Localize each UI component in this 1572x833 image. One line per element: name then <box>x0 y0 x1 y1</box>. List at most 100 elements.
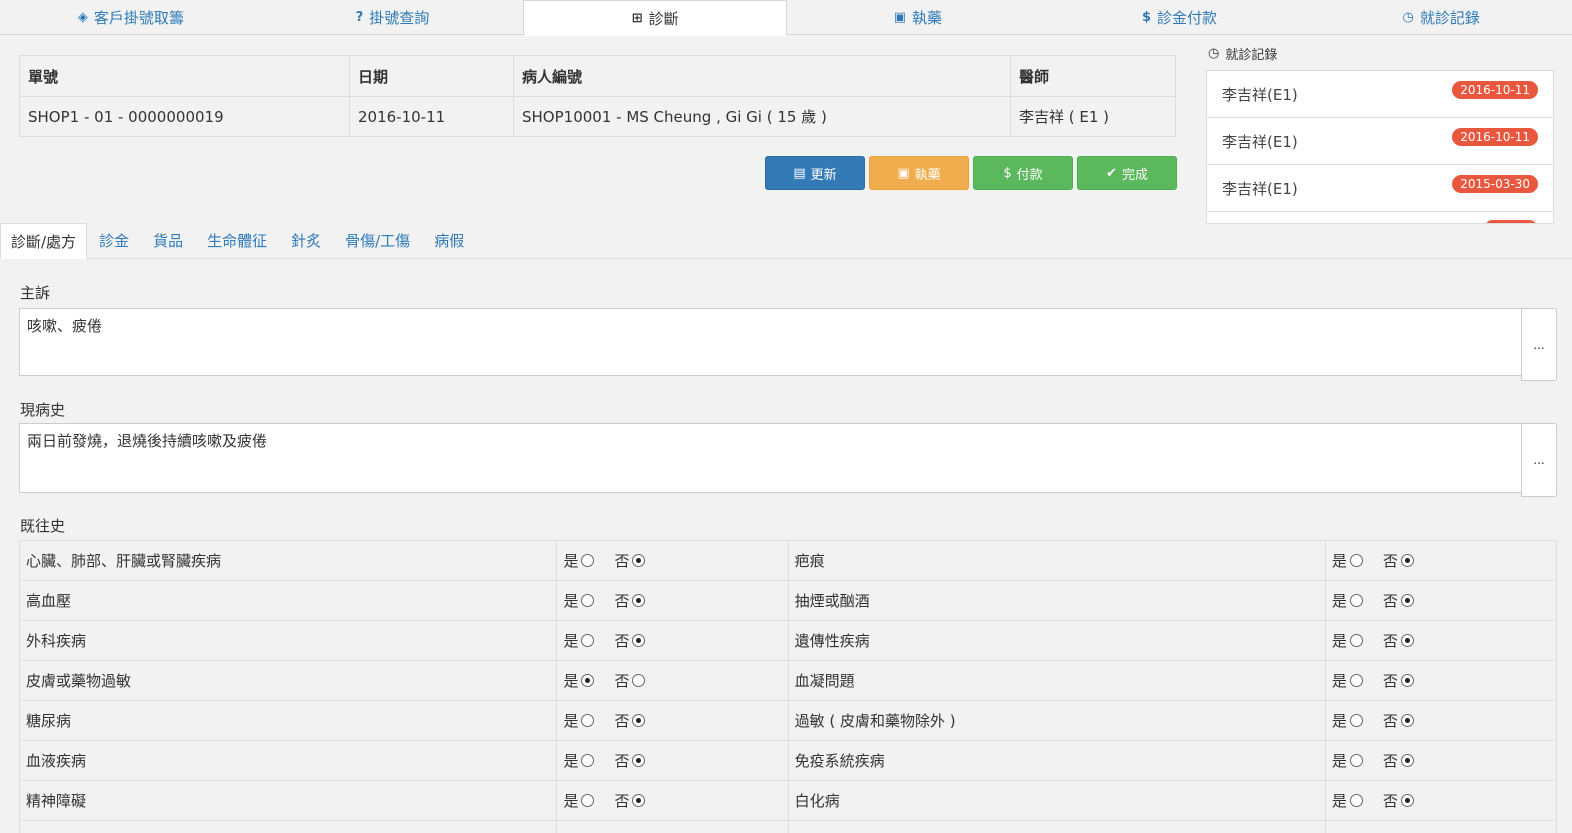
visit-records-heading: ◷ 就診記錄 <box>1208 44 1277 63</box>
radio-no[interactable]: 否 <box>614 550 646 571</box>
subtab-acupuncture[interactable]: 針炙 <box>279 223 333 258</box>
clock-icon: ◷ <box>1208 46 1220 61</box>
radio-circle-icon[interactable] <box>1400 674 1414 687</box>
radio-no[interactable]: 否 <box>1383 670 1414 691</box>
date-value: 2016-10-11 <box>349 96 514 137</box>
yes-no-cell: 是否 <box>1324 620 1558 661</box>
radio-circle-icon[interactable] <box>632 754 646 767</box>
radio-circle-icon[interactable] <box>632 794 646 807</box>
visit-record-item[interactable]: 李吉祥(E1) 2016-10-11 <box>1207 71 1553 118</box>
radio-no[interactable]: 否 <box>1383 630 1414 651</box>
radio-yes[interactable]: 是 <box>1332 750 1363 771</box>
tab-registration[interactable]: ◈ 客戶掛號取籌 <box>0 0 262 34</box>
radio-no[interactable]: 否 <box>1383 590 1414 611</box>
radio-no[interactable]: 否 <box>1383 550 1414 571</box>
radio-circle-icon[interactable] <box>632 594 646 607</box>
radio-yes[interactable]: 是 <box>1332 630 1363 651</box>
pay-button[interactable]: $ 付款 <box>973 156 1073 190</box>
radio-circle-icon[interactable] <box>581 594 595 607</box>
yes-no-cell: 是否 <box>1324 740 1558 781</box>
subtab-goods[interactable]: 貨品 <box>141 223 195 258</box>
visit-record-item[interactable] <box>1207 212 1553 223</box>
radio-circle-icon[interactable] <box>1400 594 1414 607</box>
radio-circle-icon[interactable] <box>1349 714 1363 727</box>
visit-record-doctor: 李吉祥(E1) <box>1222 85 1298 104</box>
complete-button[interactable]: ✔ 完成 <box>1077 156 1177 190</box>
present-illness-more-button[interactable]: ... <box>1521 423 1557 497</box>
radio-circle-icon[interactable] <box>1349 554 1363 567</box>
radio-circle-icon[interactable] <box>1400 794 1414 807</box>
subtab-injury[interactable]: 骨傷/工傷 <box>333 223 422 258</box>
radio-no[interactable]: 否 <box>614 670 646 691</box>
yes-no-cell: 是否 <box>556 540 789 581</box>
radio-no[interactable]: 否 <box>1383 710 1414 731</box>
radio-circle-icon[interactable] <box>1349 674 1363 687</box>
radio-yes-label: 是 <box>563 592 579 610</box>
radio-circle-icon[interactable] <box>632 714 646 727</box>
radio-circle-icon[interactable] <box>581 794 595 807</box>
radio-no[interactable]: 否 <box>614 710 646 731</box>
radio-yes[interactable]: 是 <box>563 630 595 651</box>
visit-record-item[interactable]: 李吉祥(E1) 2015-03-30 <box>1207 165 1553 212</box>
radio-yes[interactable]: 是 <box>563 590 595 611</box>
radio-no[interactable]: 否 <box>1383 790 1414 811</box>
radio-no[interactable]: 否 <box>614 750 646 771</box>
radio-yes[interactable]: 是 <box>563 790 595 811</box>
radio-circle-icon[interactable] <box>1349 754 1363 767</box>
radio-yes-label: 是 <box>1331 592 1347 610</box>
radio-circle-icon[interactable] <box>581 634 595 647</box>
tab-visit-records[interactable]: ◷ 就診記錄 <box>1310 0 1572 34</box>
condition-label: 抽煙或酗酒 <box>787 580 1326 621</box>
radio-circle-icon[interactable] <box>1349 634 1363 647</box>
radio-no[interactable]: 否 <box>614 590 646 611</box>
radio-yes[interactable]: 是 <box>563 710 595 731</box>
chief-complaint-field[interactable]: 咳嗽、疲倦 <box>19 308 1522 376</box>
radio-circle-icon[interactable] <box>581 674 595 687</box>
subtab-diagnosis-prescription[interactable]: 診斷/處方 <box>0 223 88 259</box>
radio-circle-icon[interactable] <box>1400 714 1414 727</box>
radio-circle-icon[interactable] <box>632 634 646 647</box>
visit-records-list[interactable]: 李吉祥(E1) 2016-10-11 李吉祥(E1) 2016-10-11 李吉… <box>1206 70 1554 224</box>
tab-label: 客戶掛號取籌 <box>93 8 184 27</box>
radio-circle-icon[interactable] <box>581 714 595 727</box>
visit-record-item[interactable]: 李吉祥(E1) 2016-10-11 <box>1207 118 1553 165</box>
present-illness-field[interactable]: 兩日前發燒，退燒後持續咳嗽及疲倦 <box>19 423 1522 493</box>
radio-circle-icon[interactable] <box>581 554 595 567</box>
radio-circle-icon[interactable] <box>1349 594 1363 607</box>
subtab-sick-leave[interactable]: 病假 <box>422 223 476 258</box>
radio-no[interactable]: 否 <box>1383 750 1414 771</box>
update-button[interactable]: ▤ 更新 <box>765 156 865 190</box>
empty-cell <box>1324 820 1558 833</box>
plus-square-icon: ⊞ <box>631 11 643 26</box>
radio-circle-icon[interactable] <box>1400 554 1414 567</box>
subtab-consultation-fee[interactable]: 診金 <box>87 223 141 258</box>
radio-circle-icon[interactable] <box>1349 794 1363 807</box>
tag-icon: ◈ <box>77 9 88 25</box>
radio-no[interactable]: 否 <box>614 630 646 651</box>
radio-no[interactable]: 否 <box>614 790 646 811</box>
radio-circle-icon[interactable] <box>581 754 595 767</box>
chief-complaint-more-button[interactable]: ... <box>1521 308 1557 381</box>
condition-label: 疤痕 <box>787 540 1326 581</box>
radio-yes[interactable]: 是 <box>1332 550 1363 571</box>
radio-circle-icon[interactable] <box>632 674 646 687</box>
radio-yes[interactable]: 是 <box>563 750 595 771</box>
tab-payment[interactable]: $ 診金付款 <box>1049 0 1311 34</box>
yes-no-cell: 是否 <box>556 660 789 701</box>
radio-circle-icon[interactable] <box>632 554 646 567</box>
radio-yes[interactable]: 是 <box>1332 790 1363 811</box>
dispense-button[interactable]: ▣ 執藥 <box>869 156 969 190</box>
tab-registration-query[interactable]: ? 掛號查詢 <box>262 0 524 34</box>
subtab-vital-signs[interactable]: 生命體征 <box>195 223 279 258</box>
radio-yes[interactable]: 是 <box>563 670 595 691</box>
radio-circle-icon[interactable] <box>1400 634 1414 647</box>
radio-yes[interactable]: 是 <box>1332 710 1363 731</box>
radio-yes[interactable]: 是 <box>1332 670 1363 691</box>
radio-yes[interactable]: 是 <box>563 550 595 571</box>
radio-yes[interactable]: 是 <box>1332 590 1363 611</box>
radio-circle-icon[interactable] <box>1400 754 1414 767</box>
radio-yes-label: 是 <box>1331 792 1347 810</box>
tab-diagnosis[interactable]: ⊞ 診斷 <box>523 0 788 36</box>
tab-dispense[interactable]: ▣ 執藥 <box>787 0 1049 34</box>
radio-yes-label: 是 <box>1331 712 1347 730</box>
